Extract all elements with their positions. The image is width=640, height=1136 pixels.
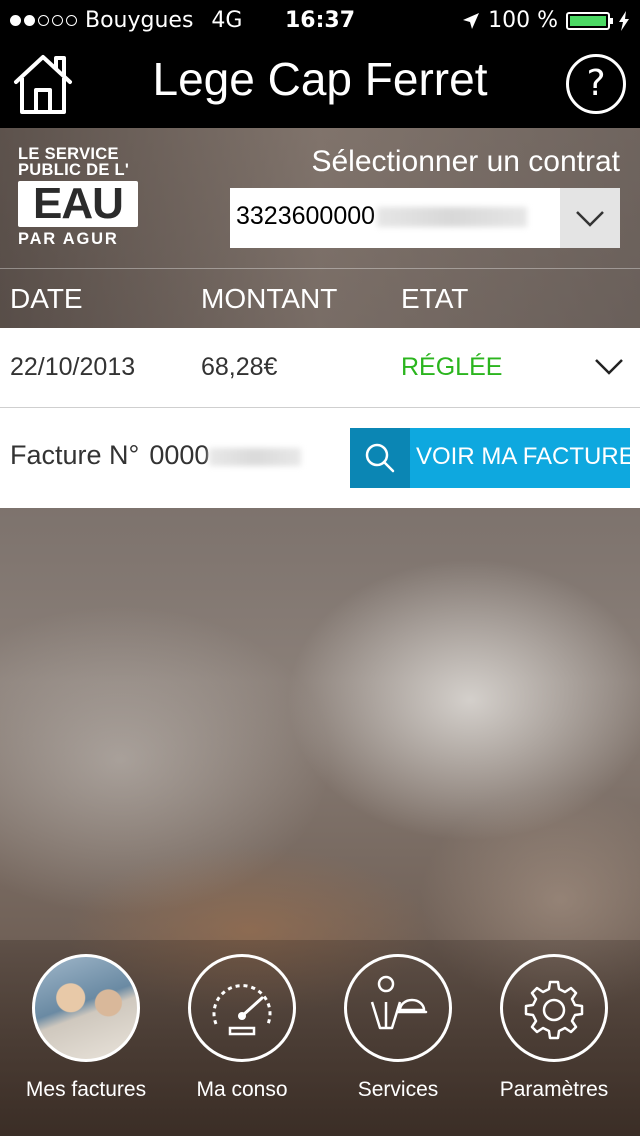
nav-label: Ma conso (196, 1078, 288, 1101)
column-header-amount: MONTANT (201, 283, 338, 314)
logo-line-3: PAR AGUR (18, 230, 119, 248)
page-title: Lege Cap Ferret (152, 53, 488, 105)
table-row[interactable]: 22/10/2013 68,28€ RÉGLÉE (0, 328, 640, 408)
status-bar-right: 100 % (462, 8, 630, 33)
photo-people-icon (32, 954, 140, 1062)
logo-main: EAU (18, 181, 138, 227)
invoice-number-redacted (209, 447, 302, 466)
search-icon (350, 428, 410, 488)
contract-number-redacted (377, 207, 528, 228)
logo-line-2: PUBLIC DE L' (18, 161, 130, 179)
nav-label: Services (357, 1078, 439, 1101)
column-header-status: ETAT (401, 283, 469, 314)
bottom-navigation: Mes factures Ma conso Services Paramètre… (0, 940, 640, 1136)
help-button[interactable]: ? (566, 54, 626, 114)
invoice-number: Facture N° 0000 (10, 440, 302, 471)
invoice-detail: Facture N° 0000 VOIR MA FACTURE (0, 408, 640, 508)
logo-line-1: LE SERVICE (18, 145, 119, 163)
nav-services[interactable]: Services (320, 954, 476, 1102)
gear-icon (500, 954, 608, 1062)
help-icon: ? (586, 63, 606, 104)
contract-select-label: Sélectionner un contrat (311, 145, 620, 178)
contract-dropdown-button[interactable] (560, 188, 620, 248)
contract-number: 3323600000 (236, 202, 528, 231)
invoice-table-header: DATE MONTANT ETAT (0, 268, 640, 329)
column-header-date: DATE (10, 283, 83, 314)
nav-label: Paramètres (499, 1078, 609, 1101)
nav-parametres[interactable]: Paramètres (476, 954, 632, 1102)
battery-icon (566, 11, 613, 30)
speedometer-icon (188, 954, 296, 1062)
contract-number-visible: 3323600000 (236, 202, 376, 230)
invoice-date: 22/10/2013 (10, 353, 136, 381)
app-header: Lege Cap Ferret ? (0, 40, 640, 128)
contract-select[interactable]: 3323600000 (230, 188, 620, 248)
invoice-amount: 68,28€ (201, 353, 278, 381)
invoice-number-visible: 0000 (149, 440, 210, 470)
location-arrow-icon (463, 12, 480, 29)
nav-ma-conso[interactable]: Ma conso (164, 954, 320, 1102)
charging-bolt-icon (619, 10, 629, 31)
status-badge: RÉGLÉE (401, 353, 503, 381)
waiter-icon (344, 954, 452, 1062)
chevron-down-icon[interactable] (594, 356, 624, 376)
battery-percent: 100 % (488, 8, 558, 33)
status-bar: Bouygues 4G 16:37 100 % (0, 0, 640, 40)
view-invoice-label: VOIR MA FACTURE (416, 443, 635, 470)
invoice-number-label: Facture N° (10, 440, 140, 470)
nav-label: Mes factures (25, 1078, 147, 1101)
view-invoice-button[interactable]: VOIR MA FACTURE (350, 428, 635, 488)
service-logo: LE SERVICE PUBLIC DE L' EAU PAR AGUR (18, 146, 142, 250)
chevron-down-icon (576, 211, 604, 227)
nav-mes-factures[interactable]: Mes factures (8, 954, 164, 1102)
